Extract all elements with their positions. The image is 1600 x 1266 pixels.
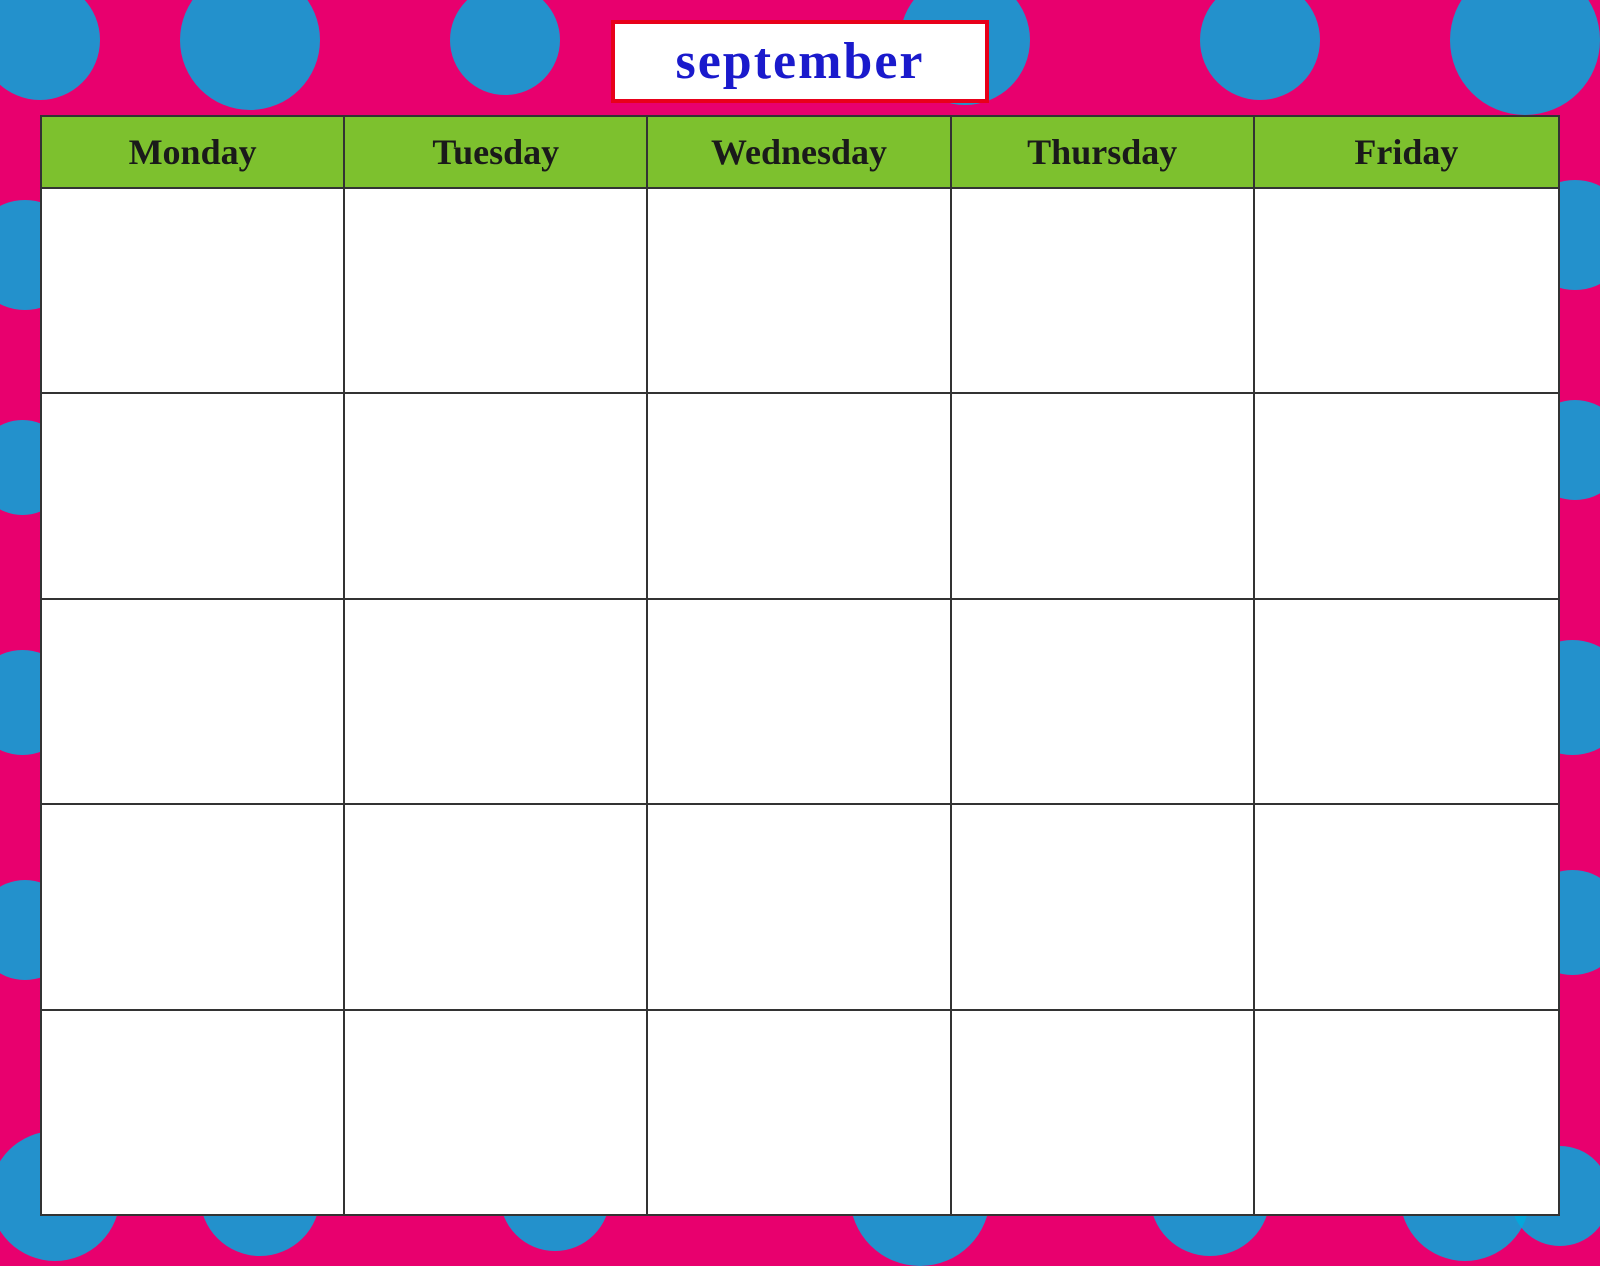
cell-row4-mon[interactable]: [42, 805, 345, 1008]
cell-row4-wed[interactable]: [648, 805, 951, 1008]
cell-row1-mon[interactable]: [42, 189, 345, 392]
cell-row2-wed[interactable]: [648, 394, 951, 597]
cell-row3-wed[interactable]: [648, 600, 951, 803]
calendar: Monday Tuesday Wednesday Thursday Friday: [40, 115, 1560, 1216]
cell-row3-mon[interactable]: [42, 600, 345, 803]
cell-row3-tue[interactable]: [345, 600, 648, 803]
cell-row5-tue[interactable]: [345, 1011, 648, 1214]
cell-row4-fri[interactable]: [1255, 805, 1558, 1008]
cell-row1-thu[interactable]: [952, 189, 1255, 392]
month-title: september: [675, 33, 924, 90]
day-header-monday: Monday: [42, 117, 345, 187]
calendar-row-3: [42, 600, 1558, 805]
cell-row2-thu[interactable]: [952, 394, 1255, 597]
day-header-friday: Friday: [1255, 117, 1558, 187]
cell-row4-thu[interactable]: [952, 805, 1255, 1008]
cell-row3-thu[interactable]: [952, 600, 1255, 803]
cell-row3-fri[interactable]: [1255, 600, 1558, 803]
cell-row5-fri[interactable]: [1255, 1011, 1558, 1214]
cell-row1-tue[interactable]: [345, 189, 648, 392]
calendar-header: Monday Tuesday Wednesday Thursday Friday: [42, 117, 1558, 189]
cell-row1-fri[interactable]: [1255, 189, 1558, 392]
cell-row5-thu[interactable]: [952, 1011, 1255, 1214]
calendar-body: [42, 189, 1558, 1214]
calendar-row-5: [42, 1011, 1558, 1214]
day-header-tuesday: Tuesday: [345, 117, 648, 187]
cell-row5-wed[interactable]: [648, 1011, 951, 1214]
cell-row2-tue[interactable]: [345, 394, 648, 597]
day-header-wednesday: Wednesday: [648, 117, 951, 187]
month-title-box: september: [611, 20, 988, 103]
day-header-thursday: Thursday: [952, 117, 1255, 187]
cell-row2-fri[interactable]: [1255, 394, 1558, 597]
cell-row4-tue[interactable]: [345, 805, 648, 1008]
cell-row5-mon[interactable]: [42, 1011, 345, 1214]
calendar-row-4: [42, 805, 1558, 1010]
calendar-row-1: [42, 189, 1558, 394]
calendar-row-2: [42, 394, 1558, 599]
cell-row2-mon[interactable]: [42, 394, 345, 597]
cell-row1-wed[interactable]: [648, 189, 951, 392]
content-wrapper: september Monday Tuesday Wednesday Thurs…: [40, 20, 1560, 1216]
